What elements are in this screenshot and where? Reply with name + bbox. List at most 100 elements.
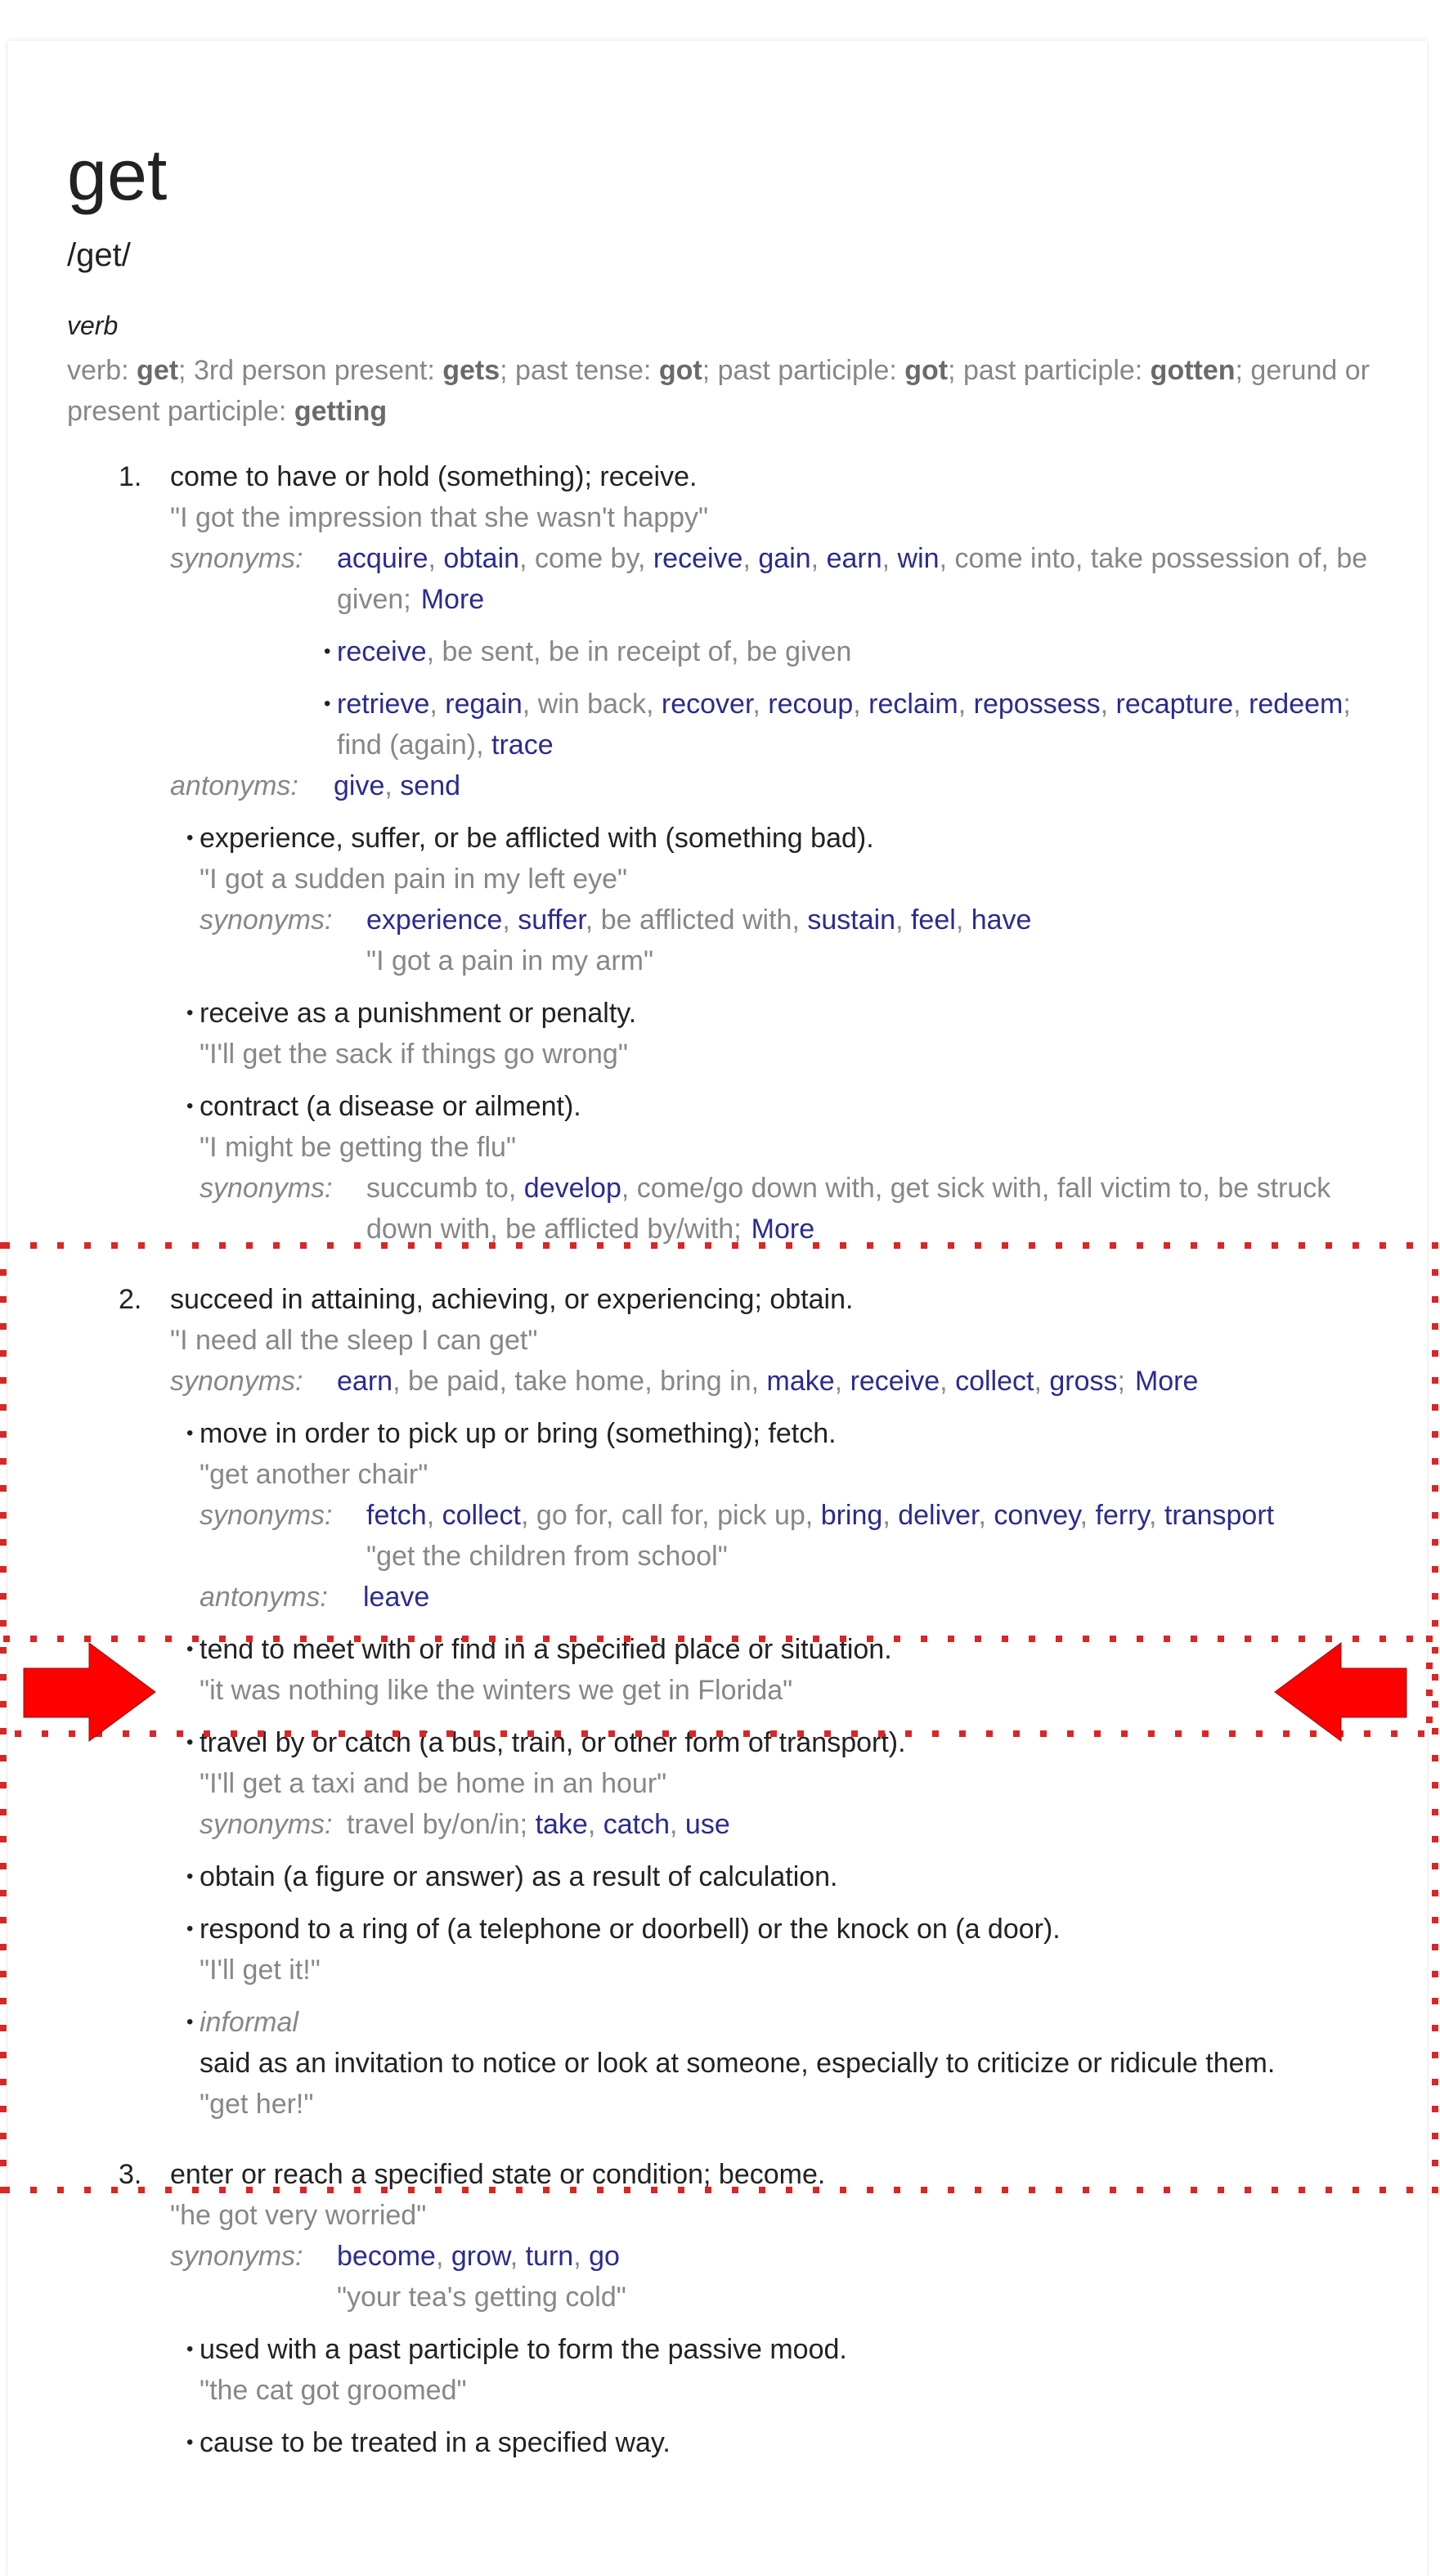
synonym-link[interactable]: feel bbox=[911, 904, 956, 936]
synonym-link[interactable]: have bbox=[971, 904, 1032, 936]
separator: , bbox=[519, 543, 535, 574]
sense-gloss: succeed in attaining, achieving, or expe… bbox=[170, 1284, 854, 1315]
synonyms-list: travel by/on/in; take, catch, use bbox=[200, 1804, 1377, 1845]
synonym-link[interactable]: earn bbox=[337, 1366, 393, 1397]
separator: , bbox=[508, 1173, 524, 1204]
synonym-link[interactable]: become bbox=[337, 2241, 436, 2272]
sense-1: 1. come to have or hold (something); rec… bbox=[119, 456, 1380, 806]
synonym-link[interactable]: obtain bbox=[443, 543, 519, 574]
separator: , bbox=[522, 689, 538, 720]
synonym-link[interactable]: retrieve bbox=[337, 689, 429, 720]
synonym-link[interactable]: grow bbox=[451, 2241, 510, 2272]
synonym-link[interactable]: turn bbox=[526, 2241, 574, 2272]
synonym-link[interactable]: give bbox=[334, 770, 384, 801]
sub-sense-example: "get her!" bbox=[200, 2089, 314, 2120]
separator: , bbox=[978, 1500, 994, 1531]
synonym-link[interactable]: collect bbox=[442, 1500, 521, 1531]
separator: , bbox=[853, 689, 869, 720]
synonym-link[interactable]: recapture bbox=[1116, 689, 1234, 720]
synonym-link[interactable]: recover bbox=[662, 689, 753, 720]
synonyms-label: synonyms: bbox=[200, 1173, 333, 1204]
synonym-text: bring in bbox=[660, 1366, 751, 1397]
separator: , bbox=[882, 1500, 899, 1531]
synonyms-label: synonyms: bbox=[200, 904, 333, 936]
synonym-link[interactable]: leave bbox=[363, 1582, 429, 1613]
separator: , bbox=[426, 636, 442, 667]
synonym-link[interactable]: gain bbox=[758, 543, 810, 574]
synonym-link[interactable]: suffer bbox=[518, 904, 585, 936]
synonym-link[interactable]: collect bbox=[955, 1366, 1034, 1397]
more-synonyms-link[interactable]: More bbox=[421, 584, 484, 615]
more-synonyms-link[interactable]: More bbox=[751, 1214, 814, 1245]
synonym-link[interactable]: trace bbox=[491, 729, 554, 761]
synonym-link[interactable]: convey bbox=[994, 1500, 1079, 1531]
synonym-link[interactable]: receive bbox=[850, 1366, 940, 1397]
sub-sense-gloss: said as an invitation to notice or look … bbox=[200, 2048, 1276, 2079]
synonym-link[interactable]: regain bbox=[445, 689, 523, 720]
synonym-link[interactable]: catch bbox=[603, 1809, 670, 1840]
separator: , bbox=[1079, 1500, 1096, 1531]
sub-sense: • respond to a ring of (a telephone or d… bbox=[186, 1909, 1377, 1990]
synonym-link[interactable]: bring bbox=[821, 1500, 883, 1531]
separator: , bbox=[573, 2241, 590, 2272]
synonym-link[interactable]: go bbox=[589, 2241, 620, 2272]
bullet: • bbox=[186, 1918, 194, 1940]
antonyms-label: antonyms: bbox=[200, 1582, 328, 1613]
synonym-group-list: retrieve, regain, win back, recover, rec… bbox=[337, 689, 1351, 720]
synonyms-example: "get the children from school" bbox=[366, 1541, 728, 1572]
sub-sense-example: "it was nothing like the winters we get … bbox=[200, 1675, 793, 1706]
synonyms-prefix: travel by/on/in; bbox=[347, 1809, 536, 1840]
separator: , bbox=[637, 543, 653, 574]
synonym-link[interactable]: develop bbox=[524, 1173, 621, 1204]
bullet: • bbox=[186, 827, 194, 849]
synonym-group-extra: find (again), trace bbox=[337, 729, 554, 761]
sense-example: "he got very worried" bbox=[170, 2200, 427, 2231]
separator: ; bbox=[403, 584, 411, 615]
synonym-link[interactable]: fetch bbox=[366, 1500, 427, 1531]
sub-sense-gloss: move in order to pick up or bring (somet… bbox=[200, 1418, 837, 1449]
synonym-link[interactable]: receive bbox=[653, 543, 743, 574]
separator: ; bbox=[1343, 689, 1351, 720]
separator: , bbox=[435, 2241, 451, 2272]
more-synonyms-link[interactable]: More bbox=[1135, 1366, 1198, 1397]
synonym-link[interactable]: win bbox=[898, 543, 940, 574]
synonym-link[interactable]: experience bbox=[366, 904, 502, 936]
synonym-link[interactable]: reclaim bbox=[868, 689, 958, 720]
synonym-link[interactable]: repossess bbox=[974, 689, 1101, 720]
synonym-link[interactable]: use bbox=[685, 1809, 730, 1840]
synonym-link[interactable]: deliver bbox=[898, 1500, 978, 1531]
separator: , bbox=[752, 689, 769, 720]
separator: , bbox=[874, 1173, 890, 1204]
dotted-line bbox=[1426, 1636, 1433, 1737]
sense-number: 2. bbox=[119, 1284, 142, 1315]
separator: , bbox=[476, 729, 492, 761]
sub-sense-example: "the cat got groomed" bbox=[200, 2375, 467, 2406]
synonyms-row: synonyms: acquire, obtain, come by, rece… bbox=[170, 538, 1380, 620]
synonym-link[interactable]: make bbox=[767, 1366, 835, 1397]
synonym-link[interactable]: sustain bbox=[807, 904, 895, 936]
synonym-link[interactable]: send bbox=[400, 770, 460, 801]
dotted-line bbox=[0, 1242, 7, 2193]
form-value: get bbox=[137, 355, 179, 386]
sub-sense-example: "I'll get a taxi and be home in an hour" bbox=[200, 1768, 667, 1799]
synonym-link[interactable]: transport bbox=[1164, 1500, 1274, 1531]
synonym-link[interactable]: earn bbox=[827, 543, 882, 574]
synonym-link[interactable]: recoup bbox=[768, 689, 853, 720]
synonym-link[interactable]: take bbox=[536, 1809, 588, 1840]
synonym-link[interactable]: receive bbox=[337, 636, 427, 667]
separator: , bbox=[670, 1809, 685, 1840]
synonym-text: be in receipt of bbox=[548, 636, 731, 667]
antonyms-label: antonyms: bbox=[170, 770, 298, 801]
synonym-link[interactable]: redeem bbox=[1249, 689, 1343, 720]
definitions: 1. come to have or hold (something); rec… bbox=[8, 456, 1427, 2475]
separator: , bbox=[792, 904, 808, 936]
synonym-link[interactable]: ferry bbox=[1096, 1500, 1149, 1531]
synonym-text: be afflicted by/with bbox=[505, 1214, 734, 1245]
separator: , bbox=[1034, 1366, 1050, 1397]
synonym-link[interactable]: gross bbox=[1049, 1366, 1117, 1397]
synonyms-row: synonyms: fetch, collect, go for, call f… bbox=[200, 1495, 1377, 1577]
sub-sense-gloss: obtain (a figure or answer) as a result … bbox=[200, 1861, 838, 1892]
synonym-link[interactable]: acquire bbox=[337, 543, 428, 574]
antonyms-list: give, send bbox=[170, 765, 1380, 806]
synonym-group: • retrieve, regain, win back, recover, r… bbox=[324, 684, 1380, 765]
